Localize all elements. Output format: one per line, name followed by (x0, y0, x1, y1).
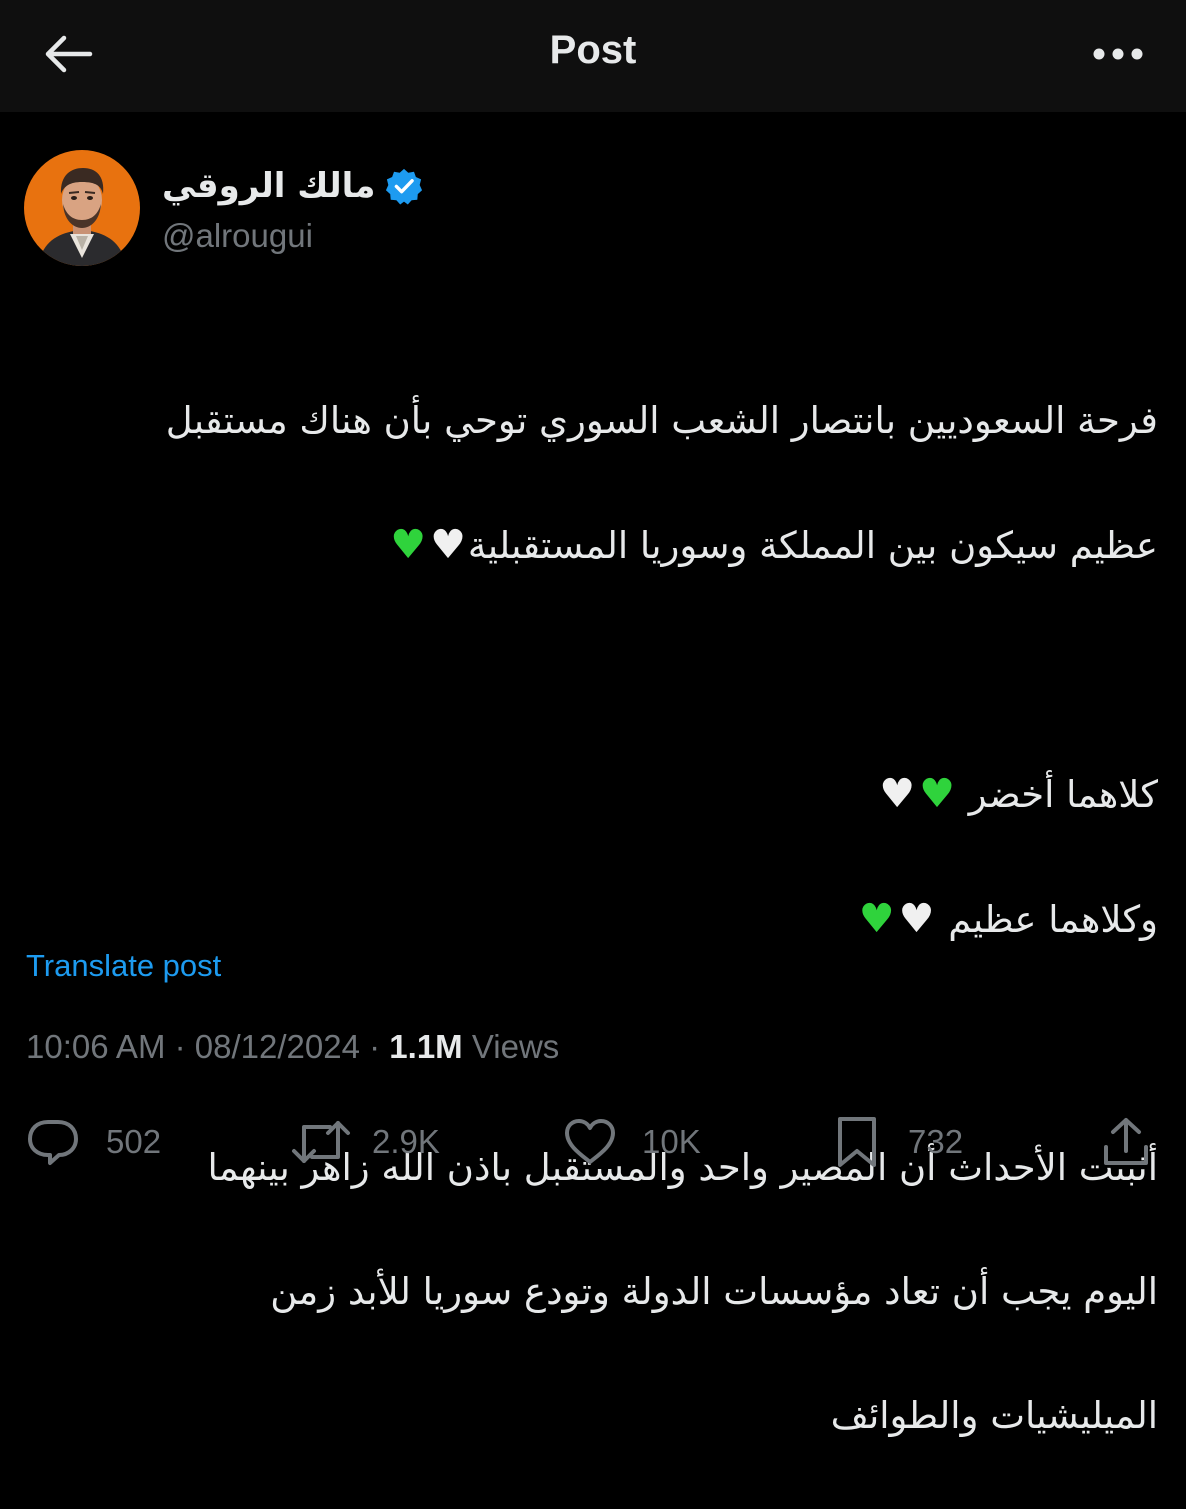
more-options-button[interactable] (1086, 30, 1150, 78)
heart-outline-icon (565, 1119, 615, 1164)
avatar-portrait-icon (24, 150, 140, 266)
tweet-line: كلاهما أخضر ♥♥ (40, 763, 1158, 826)
author-block: مالك الروقي @alrougui (24, 150, 423, 266)
post-metadata: 10:06 AM · 08/12/2024 · 1.1M Views (26, 1028, 559, 1066)
repost-count: 2.9K (372, 1123, 440, 1160)
top-navigation-bar: Post (0, 0, 1186, 112)
ellipsis-icon (1093, 48, 1143, 60)
meta-separator: · (369, 1028, 381, 1065)
post-time[interactable]: 10:06 AM (26, 1028, 165, 1065)
white-heart-emoji: ♥ (898, 896, 935, 942)
tweet-text: فرحة السعوديين بانتصار الشعب السوري توحي… (40, 328, 1158, 1509)
author-text: مالك الروقي @alrougui (162, 161, 423, 255)
views-count[interactable]: 1.1M (389, 1028, 462, 1065)
speech-bubble-icon (28, 1120, 78, 1165)
repost-button[interactable]: 2.9K (290, 1110, 440, 1174)
white-heart-emoji: ♥ (430, 522, 466, 568)
verified-badge-icon[interactable] (385, 167, 423, 205)
avatar[interactable] (24, 150, 140, 266)
tweet-line: فرحة السعوديين بانتصار الشعب السوري توحي… (165, 399, 1158, 442)
bookmark-count: 732 (908, 1123, 964, 1160)
page-title: Post (549, 28, 637, 72)
tweet-line: اليوم يجب أن تعاد مؤسسات الدولة وتودع سو… (270, 1270, 1158, 1313)
like-count: 10K (642, 1123, 701, 1160)
author-name-row: مالك الروقي (162, 161, 423, 211)
action-bar: 502 2.9K 10K 732 (0, 1110, 1186, 1174)
post-date[interactable]: 08/12/2024 (195, 1028, 360, 1065)
like-button[interactable]: 10K (562, 1110, 701, 1174)
share-upload-icon (1104, 1118, 1148, 1165)
author-handle[interactable]: @alrougui (162, 217, 423, 255)
meta-separator: · (174, 1028, 186, 1065)
bookmark-icon (838, 1117, 876, 1167)
white-heart-emoji: ♥ (879, 771, 916, 817)
tweet-line: وكلاهما عظيم ♥♥ (40, 888, 1158, 951)
tweet-line: عظيم سيكون بين المملكة وسوريا المستقبلية… (40, 514, 1158, 577)
repost-arrows-icon (292, 1121, 350, 1163)
author-name[interactable]: مالك الروقي (162, 166, 375, 206)
reply-count: 502 (106, 1123, 162, 1160)
tweet-line: الميليشيات والطوائف (830, 1394, 1158, 1437)
bookmark-button[interactable]: 732 (834, 1110, 963, 1174)
green-heart-emoji: ♥ (858, 896, 895, 942)
views-label: Views (471, 1028, 560, 1065)
share-button[interactable] (1100, 1110, 1152, 1174)
green-heart-emoji: ♥ (919, 771, 955, 817)
translate-post-link[interactable]: Translate post (26, 948, 221, 984)
green-heart-emoji: ♥ (390, 522, 427, 568)
reply-button[interactable]: 502 (26, 1110, 161, 1174)
